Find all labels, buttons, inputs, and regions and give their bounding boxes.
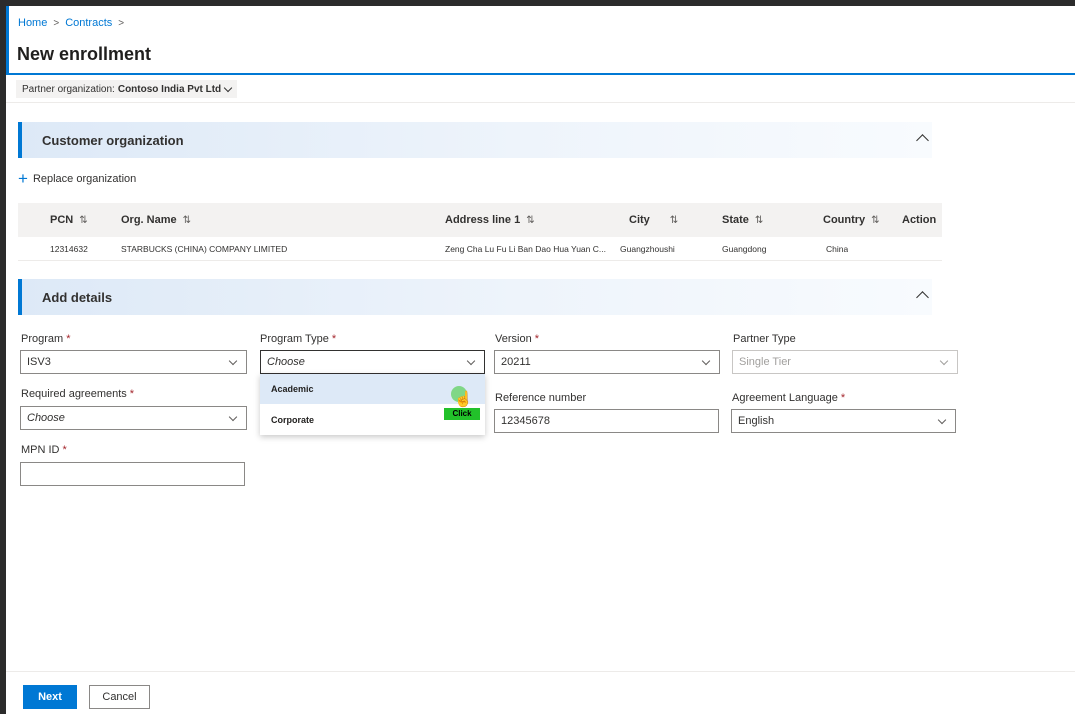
required-marker: * (62, 444, 67, 456)
program-type-dropdown-menu: Academic Corporate (260, 374, 485, 435)
required-marker: * (129, 388, 135, 400)
column-header-pcn[interactable]: PCN ⇅ (50, 214, 88, 226)
column-label: State (722, 214, 749, 226)
program-type-label: Program Type * (260, 333, 336, 345)
cell-address: Zeng Cha Lu Fu Li Ban Dao Hua Yuan C... (445, 244, 606, 254)
column-header-address[interactable]: Address line 1 ⇅ (445, 214, 535, 226)
hand-pointer-icon: ☝ (454, 391, 473, 408)
label-text: Program Type (260, 333, 329, 345)
mpn-id-label: MPN ID * (21, 444, 67, 456)
column-label: Country (823, 214, 866, 226)
add-details-section-header[interactable]: Add details (18, 279, 932, 315)
label-text: MPN ID (21, 444, 60, 456)
required-marker: * (66, 333, 71, 345)
breadcrumb-home-link[interactable]: Home (18, 17, 47, 29)
program-type-value: Choose (267, 356, 305, 368)
mpn-id-input[interactable] (20, 462, 245, 486)
cell-pcn: 12314632 (50, 244, 88, 254)
partner-organization-label: Partner organization: (22, 83, 115, 95)
chevron-down-icon (701, 356, 711, 366)
table-header-row: PCN ⇅ Org. Name ⇅ Address line 1 ⇅ City ⇅ St… (18, 203, 942, 237)
partner-organization-selector[interactable]: Partner organization: Contoso India Pvt … (16, 80, 238, 98)
partner-row: Partner organization: Contoso India Pvt … (6, 76, 1075, 103)
sort-arrows-icon[interactable]: ⇅ (670, 215, 678, 226)
chevron-up-icon[interactable] (916, 291, 929, 304)
version-label: Version * (495, 333, 539, 345)
chevron-up-icon[interactable] (916, 134, 929, 147)
required-marker: * (840, 392, 846, 404)
breadcrumb-contracts-link[interactable]: Contracts (65, 17, 112, 29)
reference-number-input[interactable] (494, 409, 719, 433)
program-dropdown[interactable]: ISV3 (20, 350, 247, 374)
agreement-language-dropdown[interactable]: English (731, 409, 956, 433)
agreement-language-value: English (738, 415, 775, 427)
label-text: Version (495, 333, 532, 345)
window-left-rail (0, 0, 6, 714)
required-agreements-value: Choose (27, 412, 65, 424)
breadcrumb-separator: > (118, 17, 125, 29)
chevron-down-icon (937, 415, 947, 425)
partner-organization-value: Contoso India Pvt Ltd (117, 83, 222, 95)
required-marker: * (331, 333, 337, 345)
column-header-org-name[interactable]: Org. Name ⇅ (121, 214, 191, 226)
breadcrumb: Home > Contracts > (18, 17, 130, 29)
required-marker: * (534, 333, 539, 345)
sort-arrows-icon[interactable]: ⇅ (755, 215, 763, 226)
plus-icon: + (18, 169, 28, 188)
page-header: Home > Contracts > New enrollment (6, 6, 1075, 75)
chevron-down-icon (223, 83, 233, 92)
column-label: City (629, 214, 650, 226)
organization-table: PCN ⇅ Org. Name ⇅ Address line 1 ⇅ City ⇅ St… (18, 203, 942, 261)
partner-type-label: Partner Type (733, 333, 796, 345)
replace-organization-button[interactable]: + Replace organization (18, 169, 137, 188)
required-agreements-dropdown[interactable]: Choose (20, 406, 247, 430)
column-header-action: Action (902, 214, 937, 226)
chevron-down-icon (228, 412, 238, 422)
column-header-city[interactable]: City ⇅ (629, 214, 678, 226)
table-row[interactable]: 12314632 STARBUCKS (CHINA) COMPANY LIMIT… (18, 237, 942, 261)
chevron-down-icon (939, 356, 949, 366)
column-label: Address line 1 (445, 214, 521, 226)
version-value: 20211 (501, 356, 531, 368)
sort-arrows-icon[interactable]: ⇅ (526, 215, 534, 226)
replace-organization-label: Replace organization (32, 173, 137, 185)
customer-organization-section-header[interactable]: Customer organization (18, 122, 932, 158)
column-header-state[interactable]: State ⇅ (722, 214, 763, 226)
version-dropdown[interactable]: 20211 (494, 350, 720, 374)
reference-number-label: Reference number (495, 392, 587, 404)
cell-country: China (826, 244, 849, 254)
program-label: Program * (21, 333, 70, 345)
program-type-dropdown[interactable]: Choose (260, 350, 485, 374)
section-title: Customer organization (42, 133, 184, 148)
sort-arrows-icon[interactable]: ⇅ (79, 215, 87, 226)
column-label: PCN (50, 214, 74, 226)
cell-city: Guangzhoushi (620, 244, 675, 254)
program-value: ISV3 (27, 356, 51, 368)
label-text: Required agreements (21, 388, 127, 400)
partner-type-value: Single Tier (739, 356, 791, 368)
footer-bar: Next Cancel (6, 671, 1075, 714)
section-title: Add details (42, 290, 113, 305)
sort-arrows-icon[interactable]: ⇅ (183, 215, 191, 226)
chevron-down-icon (466, 356, 476, 366)
click-label: Click (444, 408, 480, 420)
cancel-button[interactable]: Cancel (89, 685, 150, 709)
sort-arrows-icon[interactable]: ⇅ (871, 215, 879, 226)
chevron-down-icon (228, 356, 238, 366)
partner-type-dropdown: Single Tier (732, 350, 958, 374)
label-text: Program (21, 333, 64, 345)
cell-org-name: STARBUCKS (CHINA) COMPANY LIMITED (121, 244, 288, 254)
required-agreements-label: Required agreements * (21, 388, 134, 400)
column-label: Org. Name (121, 214, 177, 226)
column-header-country[interactable]: Country ⇅ (823, 214, 880, 226)
breadcrumb-separator: > (53, 17, 60, 29)
label-text: Agreement Language (732, 392, 838, 404)
page-title: New enrollment (17, 44, 152, 64)
cell-state: Guangdong (722, 244, 767, 254)
agreement-language-label: Agreement Language * (732, 392, 845, 404)
next-button[interactable]: Next (23, 685, 77, 709)
